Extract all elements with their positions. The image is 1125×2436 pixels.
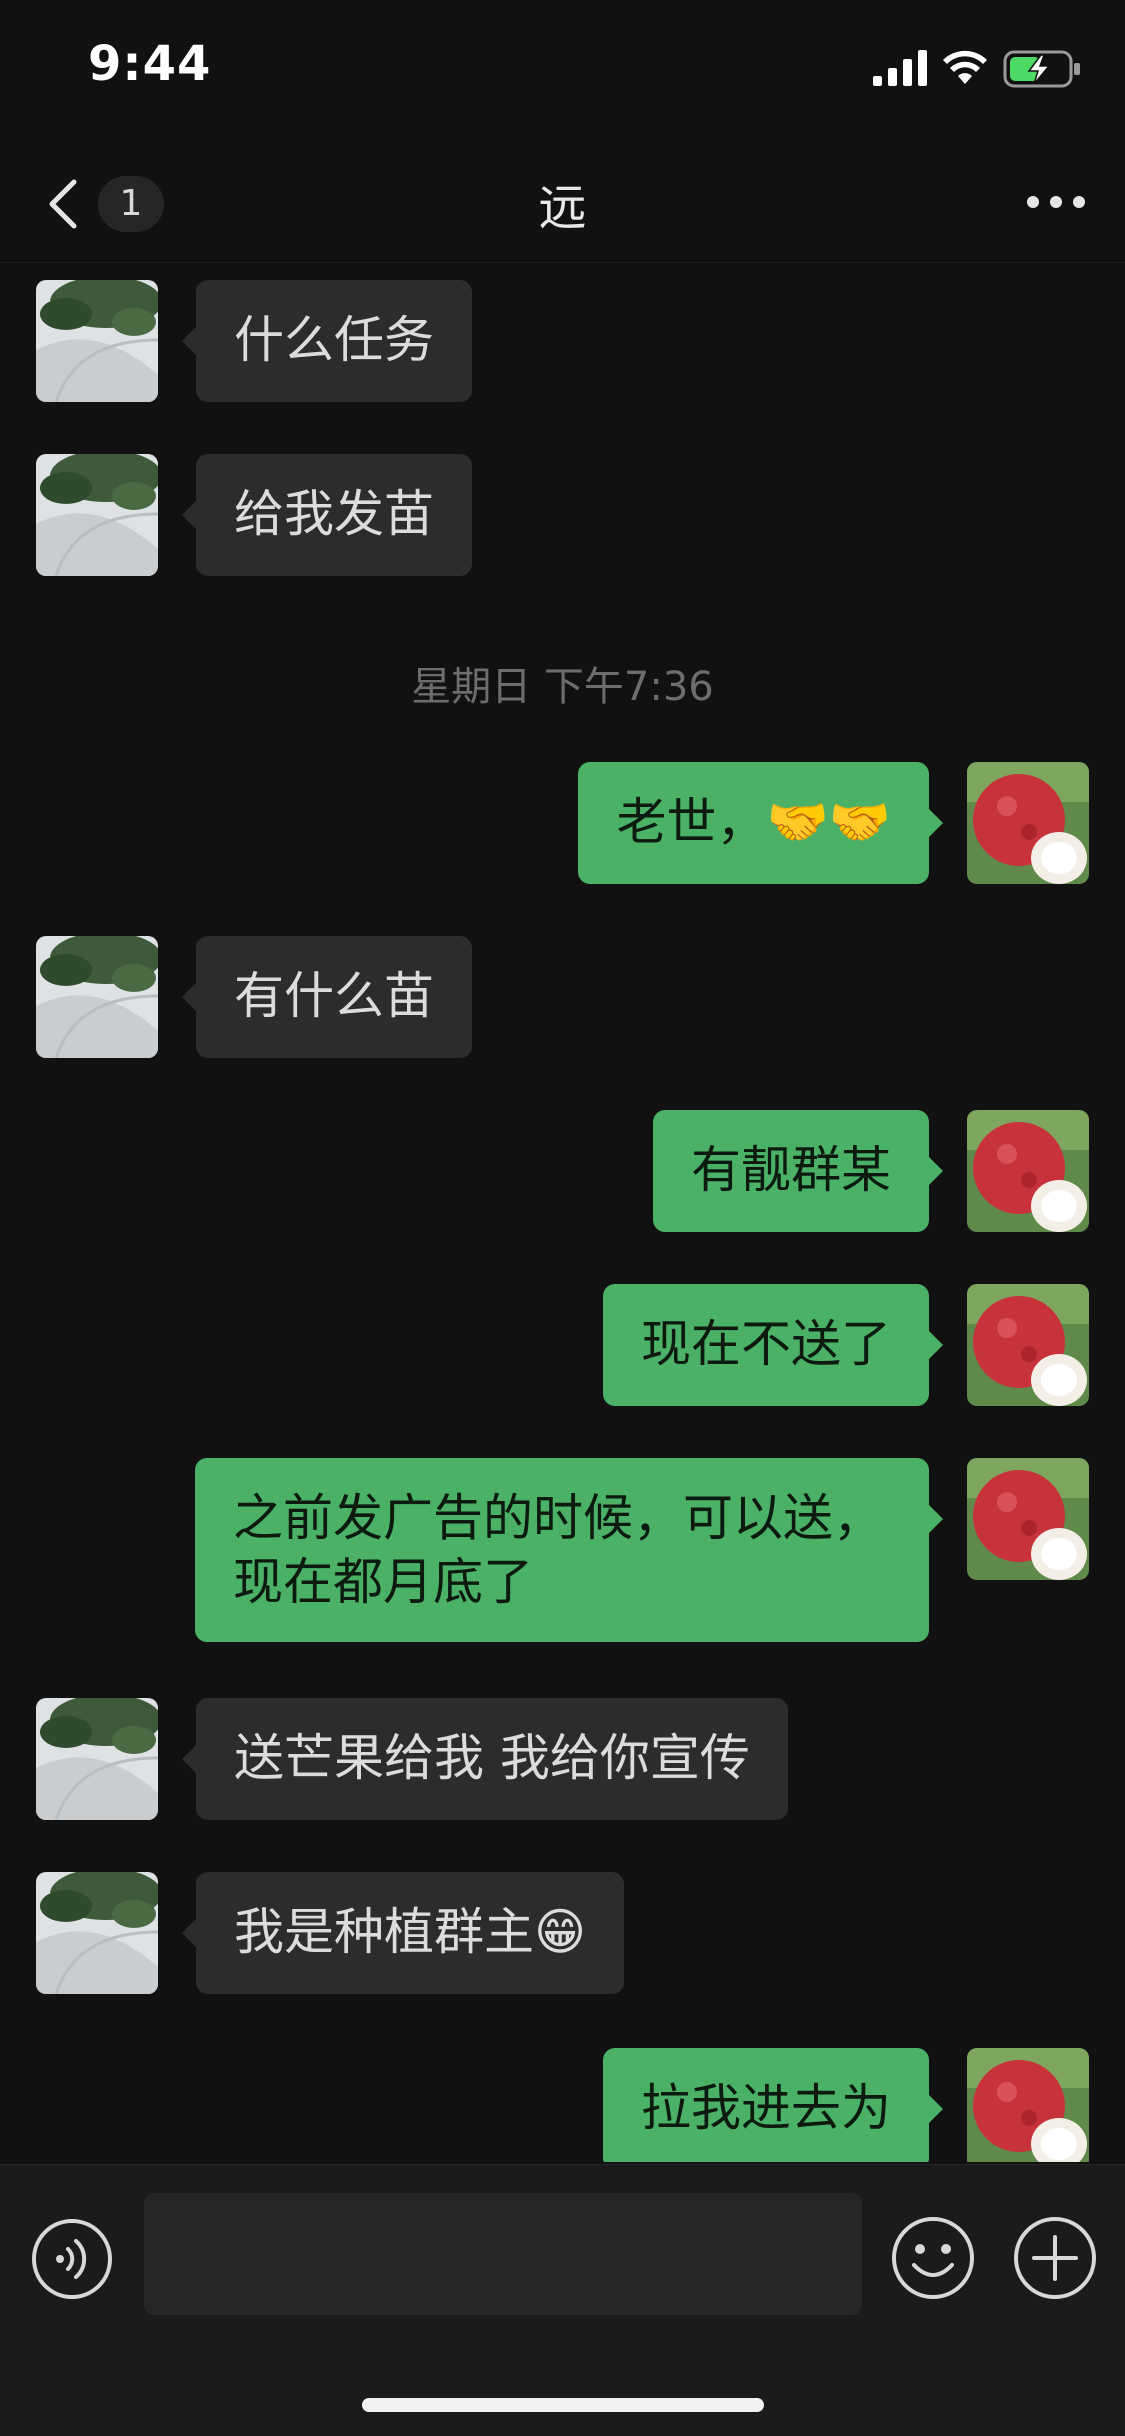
chevron-left-icon[interactable] bbox=[42, 176, 82, 232]
outgoing-message-bubble[interactable]: 拉我进去为 bbox=[603, 2048, 943, 2162]
status-bar: 9:44 bbox=[0, 0, 1125, 140]
input-bar bbox=[0, 2164, 1125, 2436]
outgoing-message-bubble[interactable]: 有靓群某 bbox=[653, 1110, 943, 1232]
contact-avatar[interactable] bbox=[36, 1872, 158, 1994]
message-input[interactable] bbox=[144, 2193, 862, 2315]
battery-charging-icon bbox=[1003, 50, 1080, 88]
outgoing-message-bubble[interactable]: 老世，🤝🤝 bbox=[578, 762, 943, 884]
incoming-message-bubble[interactable]: 给我发苗 bbox=[182, 454, 472, 576]
incoming-message-bubble[interactable]: 有什么苗 bbox=[182, 936, 472, 1058]
incoming-message-bubble[interactable]: 什么任务 bbox=[182, 280, 472, 402]
ellipsis-icon[interactable] bbox=[1025, 184, 1087, 220]
contact-avatar[interactable] bbox=[36, 280, 158, 402]
outgoing-message-bubble[interactable]: 之前发广告的时候，可以送， 现在都月底了 bbox=[195, 1458, 943, 1642]
outgoing-message-bubble[interactable]: 现在不送了 bbox=[603, 1284, 943, 1406]
contact-avatar[interactable] bbox=[36, 936, 158, 1058]
message-timestamp: 星期日 下午7:36 bbox=[411, 664, 714, 710]
my-avatar[interactable] bbox=[967, 2048, 1089, 2162]
chat-header: 1 远 bbox=[0, 140, 1125, 263]
chat-screen: 9:44 1 远 什么任务 给我发苗 星期日 下午7:36 老世，🤝🤝 有什么苗… bbox=[0, 0, 1125, 2436]
unread-count-badge[interactable]: 1 bbox=[98, 176, 164, 232]
cellular-signal-icon bbox=[873, 50, 927, 86]
my-avatar[interactable] bbox=[967, 1284, 1089, 1406]
status-time: 9:44 bbox=[88, 36, 212, 92]
wifi-icon bbox=[943, 50, 987, 84]
my-avatar[interactable] bbox=[967, 1110, 1089, 1232]
emoji-icon[interactable] bbox=[890, 2215, 976, 2301]
plus-icon[interactable] bbox=[1012, 2215, 1098, 2301]
voice-icon[interactable] bbox=[30, 2217, 114, 2301]
contact-avatar[interactable] bbox=[36, 454, 158, 576]
my-avatar[interactable] bbox=[967, 1458, 1089, 1580]
chat-title: 远 bbox=[538, 180, 587, 236]
incoming-message-bubble[interactable]: 送芒果给我 我给你宣传 bbox=[182, 1698, 788, 1820]
incoming-message-bubble[interactable]: 我是种植群主😁 bbox=[181, 1872, 625, 1994]
message-list[interactable]: 什么任务 给我发苗 星期日 下午7:36 老世，🤝🤝 有什么苗 有靓群某 现在不… bbox=[0, 262, 1125, 2162]
contact-avatar[interactable] bbox=[36, 1698, 158, 1820]
my-avatar[interactable] bbox=[967, 762, 1089, 884]
home-indicator[interactable] bbox=[362, 2398, 764, 2412]
